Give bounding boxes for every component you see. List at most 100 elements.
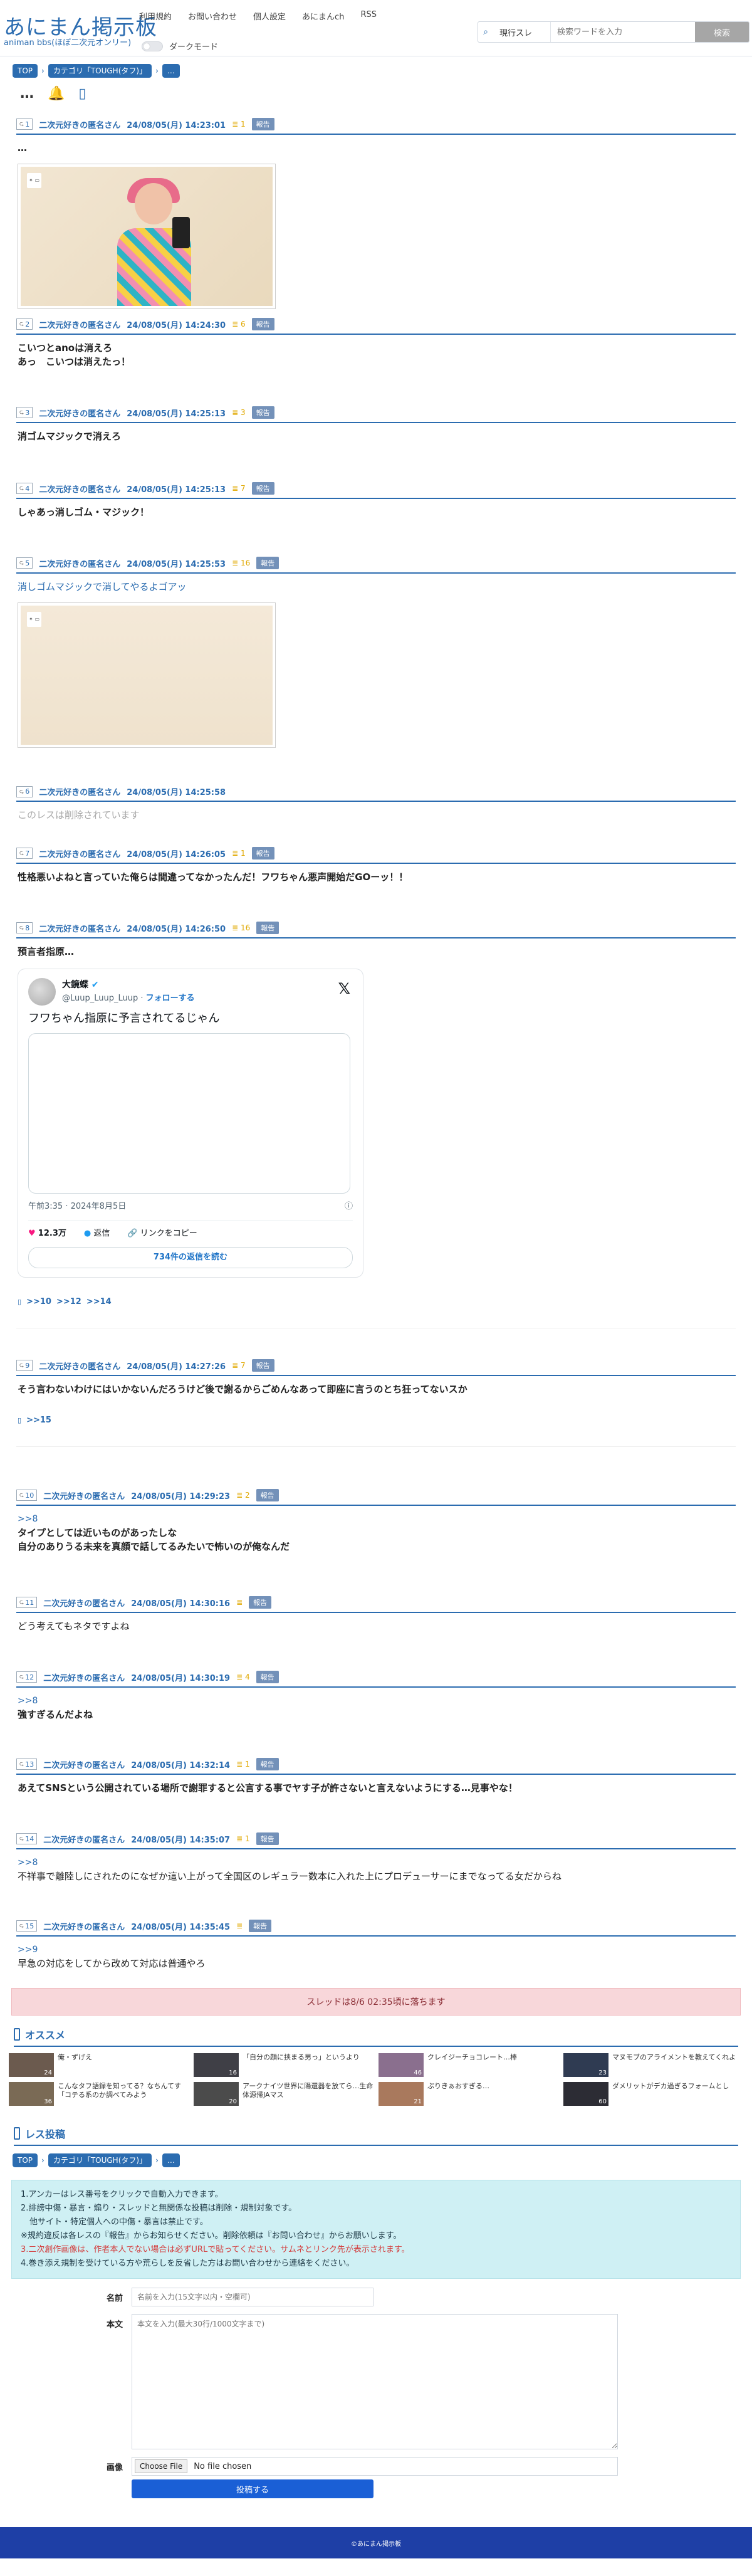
post-image[interactable]: ✦ ▭ xyxy=(18,602,276,748)
reference-count[interactable]: ≣ 16 xyxy=(232,923,250,932)
post-number[interactable]: ⮎ 2 xyxy=(16,318,33,330)
post-number[interactable]: ⮎ 14 xyxy=(16,1833,38,1844)
report-button[interactable]: 報告 xyxy=(251,406,274,419)
thread-menu-icon[interactable]: … xyxy=(20,86,34,102)
post-number[interactable]: ⮎ 15 xyxy=(16,1920,38,1932)
reply-link[interactable]: >>15 xyxy=(26,1414,51,1427)
bell-icon[interactable]: 🔔 xyxy=(48,86,65,102)
tweet-author-name[interactable]: 大鏡蝶 ✔ xyxy=(62,978,195,992)
recommend-title-text[interactable]: ぷりきぁおすぎる… xyxy=(427,2082,489,2106)
info-icon[interactable]: ⓘ xyxy=(345,1200,353,1214)
recommend-item[interactable]: 60 ダメリットがデカ過ぎるフォームとし xyxy=(563,2082,743,2106)
tweet-media[interactable] xyxy=(28,1033,350,1194)
report-button[interactable]: 報告 xyxy=(251,118,274,130)
recommend-thumbnail[interactable]: 21 xyxy=(379,2082,424,2106)
recommend-item[interactable]: 16 「自分の顔に挟まる男っ」というより xyxy=(194,2053,373,2077)
recommend-title-text[interactable]: 「自分の顔に挟まる男っ」というより xyxy=(243,2053,360,2077)
reply-link[interactable]: >>10 xyxy=(26,1295,51,1309)
anchor-link[interactable]: >>8 xyxy=(18,1856,734,1869)
reference-count[interactable]: ≣ 4 xyxy=(236,1673,250,1681)
recommend-title-text[interactable]: 俺・ずげえ xyxy=(58,2053,92,2077)
reference-count[interactable]: ≣ xyxy=(236,1921,243,1930)
post-number[interactable]: ⮎ 6 xyxy=(16,786,33,797)
avatar[interactable] xyxy=(28,978,56,1006)
anchor-link[interactable]: >>8 xyxy=(18,1694,734,1708)
reference-count[interactable]: ≣ 7 xyxy=(232,484,246,493)
name-field[interactable] xyxy=(132,2288,373,2306)
tweet-time[interactable]: 午前3:35 · 2024年8月5日 xyxy=(28,1200,126,1214)
choose-file-button[interactable]: Choose File xyxy=(135,2459,188,2473)
anchor-link[interactable]: >>9 xyxy=(18,1943,734,1957)
post-image[interactable]: ✦ ▭ xyxy=(18,164,276,309)
like-button[interactable]: ♥ 12.3万 xyxy=(28,1227,66,1241)
post-number[interactable]: ⮎ 9 xyxy=(16,1360,33,1371)
recommend-title-text[interactable]: ダメリットがデカ過ぎるフォームとし xyxy=(612,2082,729,2106)
report-button[interactable]: 報告 xyxy=(251,482,274,495)
recommend-item[interactable]: 36 こんなタフ語録を知ってる？なちんてす「コテる系のか調べてみよう xyxy=(9,2082,189,2106)
breadcrumb-top[interactable]: TOP xyxy=(13,2153,38,2167)
report-button[interactable]: 報告 xyxy=(256,1758,279,1770)
recommend-item[interactable]: 20 アークナイツ世界に陽還器を放てら…生命体源帰JAマス xyxy=(194,2082,373,2106)
reference-count[interactable]: ≣ 1 xyxy=(236,1834,250,1843)
search-button[interactable]: 検索 xyxy=(695,22,749,42)
reference-count[interactable]: ≣ xyxy=(236,1598,243,1607)
image-file-input[interactable]: Choose File No file chosen xyxy=(132,2457,618,2476)
recommend-thumbnail[interactable]: 23 xyxy=(563,2053,608,2077)
breadcrumb-current[interactable]: … xyxy=(162,64,180,78)
darkmode-toggle[interactable] xyxy=(142,41,163,51)
nav-animanch[interactable]: あにまんch xyxy=(302,10,344,22)
report-button[interactable]: 報告 xyxy=(256,1832,279,1845)
nav-terms[interactable]: 利用規約 xyxy=(139,10,172,22)
report-button[interactable]: 報告 xyxy=(256,1489,279,1501)
recommend-thumbnail[interactable]: 16 xyxy=(194,2053,239,2077)
recommend-thumbnail[interactable]: 60 xyxy=(563,2082,608,2106)
search-scope-select[interactable]: 現行スレ xyxy=(493,22,551,42)
report-button[interactable]: 報告 xyxy=(251,318,274,330)
reference-count[interactable]: ≣ 2 xyxy=(236,1491,250,1500)
reply-link[interactable]: >>14 xyxy=(86,1295,112,1309)
recommend-title-text[interactable]: アークナイツ世界に陽還器を放てら…生命体源帰JAマス xyxy=(243,2082,373,2106)
recommend-title-text[interactable]: こんなタフ語録を知ってる？なちんてす「コテる系のか調べてみよう xyxy=(58,2082,189,2106)
nav-contact[interactable]: お問い合わせ xyxy=(188,10,237,22)
recommend-item[interactable]: 23 マヌモブのアライメントを教えてくれよ xyxy=(563,2053,743,2077)
post-number[interactable]: ⮎ 10 xyxy=(16,1490,38,1501)
submit-button[interactable]: 投稿する xyxy=(132,2479,373,2498)
reference-count[interactable]: ≣ 16 xyxy=(232,559,250,567)
follow-link[interactable]: フォローする xyxy=(146,994,195,1003)
site-logo[interactable]: あにまん掲示板 animan bbs(ほぼ二次元オンリー) xyxy=(4,16,157,48)
nav-rss[interactable]: RSS xyxy=(360,10,377,22)
reference-count[interactable]: ≣ 1 xyxy=(232,120,246,129)
post-number[interactable]: ⮎ 3 xyxy=(16,407,33,418)
recommend-title-text[interactable]: マヌモブのアライメントを教えてくれよ xyxy=(612,2053,736,2077)
post-number[interactable]: ⮎ 1 xyxy=(16,118,33,130)
recommend-thumbnail[interactable]: 46 xyxy=(379,2053,424,2077)
post-number[interactable]: ⮎ 7 xyxy=(16,848,33,859)
recommend-thumbnail[interactable]: 24 xyxy=(9,2053,54,2077)
post-number[interactable]: ⮎ 12 xyxy=(16,1671,38,1683)
breadcrumb-category[interactable]: カテゴリ「TOUGH(タフ)」 xyxy=(48,2153,152,2167)
post-number[interactable]: ⮎ 11 xyxy=(16,1597,38,1608)
report-button[interactable]: 報告 xyxy=(251,847,274,860)
reply-link[interactable]: >>12 xyxy=(56,1295,81,1309)
x-logo-icon[interactable]: 𝕏 xyxy=(338,981,350,996)
report-button[interactable]: 報告 xyxy=(256,1671,279,1683)
recommend-item[interactable]: 24 俺・ずげえ xyxy=(9,2053,189,2077)
breadcrumb-top[interactable]: TOP xyxy=(13,64,38,78)
post-number[interactable]: ⮎ 13 xyxy=(16,1759,38,1770)
reference-count[interactable]: ≣ 7 xyxy=(232,1361,246,1370)
recommend-item[interactable]: 46 クレイジーチョコレート…棒 xyxy=(379,2053,558,2077)
report-button[interactable]: 報告 xyxy=(256,922,279,934)
read-replies-button[interactable]: 734件の返信を読む xyxy=(28,1247,353,1268)
copy-link-button[interactable]: 🔗 リンクをコピー xyxy=(127,1227,197,1241)
book-icon[interactable]: ▯ xyxy=(78,86,86,102)
anchor-link[interactable]: >>8 xyxy=(18,1512,734,1526)
report-button[interactable]: 報告 xyxy=(251,1359,274,1372)
body-textarea[interactable] xyxy=(132,2314,618,2449)
recommend-title-text[interactable]: クレイジーチョコレート…棒 xyxy=(427,2053,517,2077)
nav-settings[interactable]: 個人設定 xyxy=(253,10,286,22)
search-input[interactable] xyxy=(551,22,695,42)
reply-button[interactable]: ● 返信 xyxy=(84,1227,110,1241)
report-button[interactable]: 報告 xyxy=(249,1596,272,1609)
report-button[interactable]: 報告 xyxy=(256,557,279,569)
breadcrumb-current[interactable]: … xyxy=(162,2153,180,2167)
